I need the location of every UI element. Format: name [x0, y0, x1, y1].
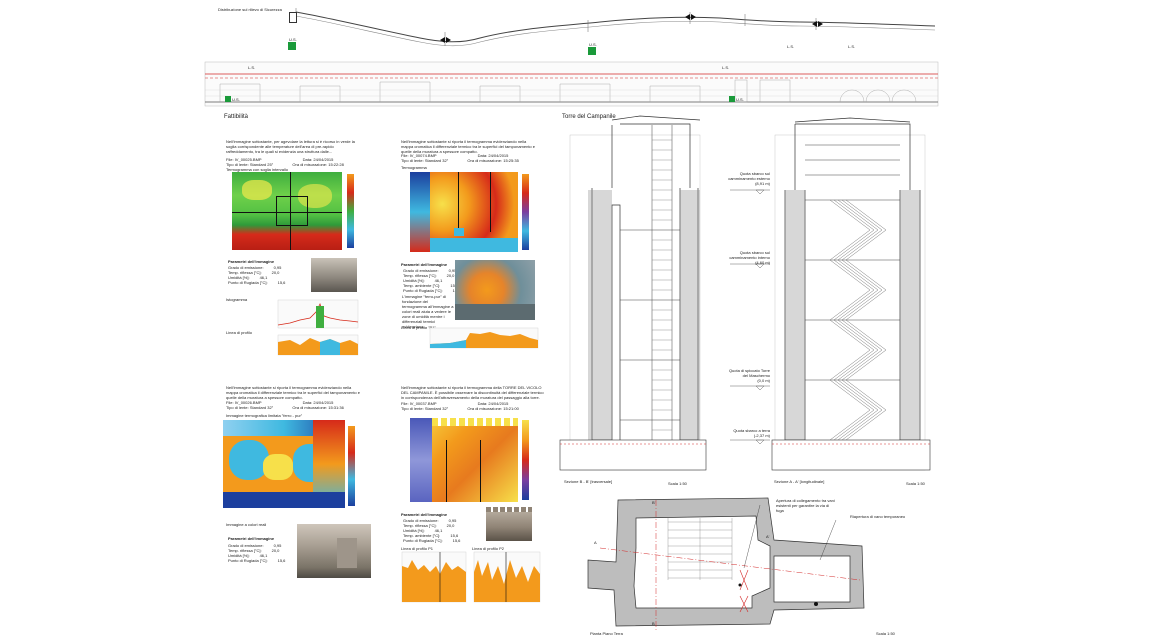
- scale-label: Scala 1:50: [668, 481, 687, 486]
- section-bb-label: Sezione B - B' [trasversale]: [564, 479, 613, 484]
- section-marker-b: B: [652, 621, 655, 626]
- section-marker-a-prime: A': [766, 534, 770, 539]
- plan-note: Apertura di collegamento tra vani esiste…: [776, 498, 835, 513]
- plan-label: Pianta Piano Terra: [590, 631, 623, 636]
- section-aa-label: Sezione A - A' [longitudinale]: [774, 479, 825, 484]
- scale-label: Scala 1:50: [876, 631, 895, 636]
- section-marker-a: A: [594, 540, 597, 545]
- plan-note: Riapertura di vano temporaneo: [850, 514, 906, 519]
- level-label: Quota di spiccato Torre del Maschermo (0,…: [728, 368, 770, 383]
- tower-sections-drawing: [559, 115, 931, 630]
- level-label: Quota sbarco sul camminamento esterno (8,…: [728, 171, 770, 186]
- section-marker-b-prime: B': [652, 500, 656, 505]
- level-label: Quota sbarco a terra (-2,37 m): [733, 428, 770, 438]
- scale-label: Scala 1:50: [906, 481, 925, 486]
- level-label: Quota sbarco sul camminamento interno (4,…: [729, 250, 770, 265]
